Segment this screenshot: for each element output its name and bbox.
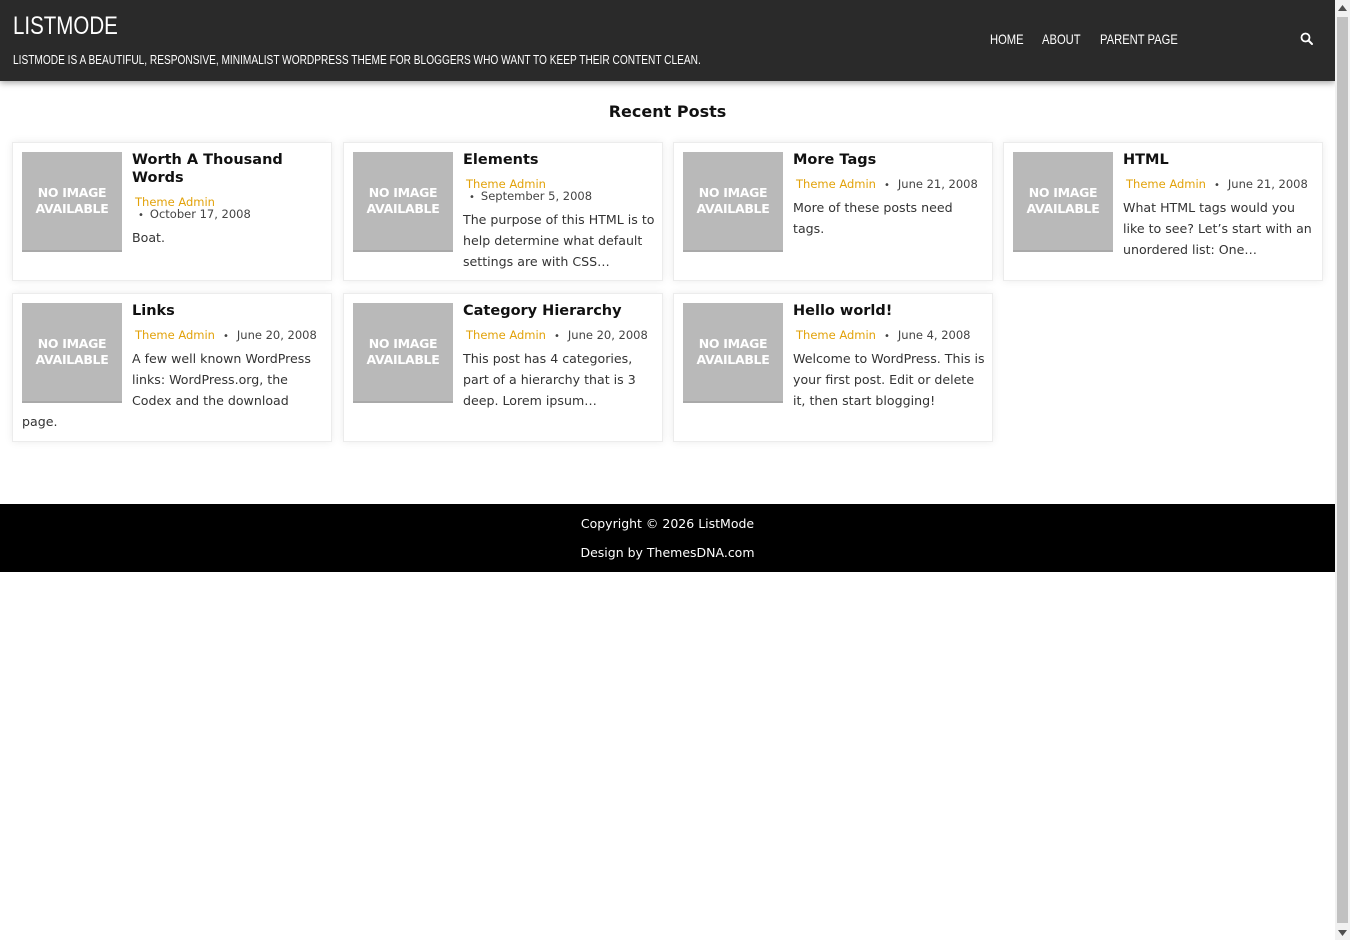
post-date: June 21, 2008	[897, 177, 978, 191]
no-image-text: AVAILABLE	[696, 352, 770, 367]
site-description: LISTMODE IS A BEAUTIFUL, RESPONSIVE, MIN…	[13, 52, 701, 67]
arrow-down-icon	[1338, 929, 1347, 936]
copyright-text: Copyright © 2026	[580, 516, 699, 531]
post-excerpt: Boat.	[132, 230, 166, 245]
post-meta: Theme Admin • June 21, 2008	[793, 177, 978, 193]
no-image-text: NO IMAGE	[368, 185, 438, 200]
post-card: NO IMAGE AVAILABLE Hello world! Theme Ad…	[673, 293, 993, 442]
post-excerpt: This post has 4 categories, part of a hi…	[463, 351, 636, 408]
arrow-up-icon	[1338, 4, 1347, 11]
post-card: NO IMAGE AVAILABLE Links Theme Admin • Jun…	[12, 293, 332, 442]
post-meta-date: • October 17, 2008	[132, 207, 251, 223]
post-title[interactable]: More Tags	[793, 151, 983, 169]
no-image-text: AVAILABLE	[696, 201, 770, 216]
no-image-text: AVAILABLE	[35, 352, 109, 367]
no-image-text: NO IMAGE	[37, 336, 107, 351]
meta-separator: •	[1213, 180, 1220, 191]
post-meta: Theme Admin • June 21, 2008	[1123, 177, 1308, 193]
post-author[interactable]: Theme Admin	[793, 177, 876, 191]
post-thumbnail[interactable]: NO IMAGE AVAILABLE	[683, 303, 783, 403]
post-thumbnail[interactable]: NO IMAGE AVAILABLE	[1013, 152, 1113, 252]
post-excerpt-continued: page.	[22, 414, 58, 429]
post-card: NO IMAGE AVAILABLE Category Hierarchy Th…	[343, 293, 663, 442]
no-image-text: NO IMAGE	[37, 185, 107, 200]
meta-separator: •	[138, 210, 144, 221]
post-excerpt: A few well known WordPress links: WordPr…	[132, 351, 311, 408]
meta-separator: •	[222, 331, 229, 342]
search-icon	[1300, 32, 1313, 45]
nav-item-about[interactable]: ABOUT	[1042, 31, 1081, 47]
meta-separator: •	[469, 192, 475, 203]
section-title: Recent Posts	[608, 102, 727, 121]
nav-item-parent-page[interactable]: PARENT PAGE	[1100, 31, 1178, 47]
post-author[interactable]: Theme Admin	[1123, 177, 1206, 191]
no-image-text: NO IMAGE	[698, 336, 768, 351]
no-image-text: AVAILABLE	[1026, 201, 1100, 216]
site-title[interactable]: LISTMODE	[13, 12, 118, 41]
post-date: June 20, 2008	[567, 328, 648, 342]
no-image-text: NO IMAGE	[698, 185, 768, 200]
post-title[interactable]: Category Hierarchy	[463, 302, 653, 320]
post-title[interactable]: Hello world!	[793, 302, 983, 320]
post-thumbnail[interactable]: NO IMAGE AVAILABLE	[22, 152, 122, 252]
post-meta: Theme Admin • June 4, 2008	[793, 328, 970, 344]
post-title[interactable]: Worth A Thousand Words	[132, 151, 322, 187]
copyright-line: Copyright © 2026 ListMode	[0, 516, 1335, 531]
post-card: NO IMAGE AVAILABLE HTML Theme Admin • June…	[1003, 142, 1323, 281]
nav-item-home[interactable]: HOME	[990, 31, 1024, 47]
scroll-thumb[interactable]	[1337, 17, 1348, 923]
no-image-text: NO IMAGE	[1028, 185, 1098, 200]
page: LISTMODE LISTMODE IS A BEAUTIFUL, RESPON…	[0, 0, 1335, 940]
post-author[interactable]: Theme Admin	[463, 328, 546, 342]
post-author[interactable]: Theme Admin	[132, 328, 215, 342]
post-author[interactable]: Theme Admin	[793, 328, 876, 342]
post-title[interactable]: HTML	[1123, 151, 1313, 169]
post-title[interactable]: Links	[132, 302, 322, 320]
post-excerpt: What HTML tags would you like to see? Le…	[1123, 200, 1312, 257]
post-date: June 20, 2008	[236, 328, 317, 342]
vertical-scrollbar[interactable]	[1335, 0, 1350, 940]
no-image-text: AVAILABLE	[366, 352, 440, 367]
post-excerpt: More of these posts need tags.	[793, 200, 953, 236]
post-meta: Theme Admin • June 20, 2008	[132, 328, 317, 344]
design-credit-link[interactable]: ThemesDNA.com	[647, 545, 755, 560]
post-thumbnail[interactable]: NO IMAGE AVAILABLE	[683, 152, 783, 252]
post-card: NO IMAGE AVAILABLE More Tags Theme Admin…	[673, 142, 993, 281]
site-header: LISTMODE LISTMODE IS A BEAUTIFUL, RESPON…	[0, 0, 1335, 81]
meta-separator: •	[883, 180, 890, 191]
no-image-text: NO IMAGE	[368, 336, 438, 351]
post-meta: Theme Admin • June 20, 2008	[463, 328, 648, 344]
scroll-down-button[interactable]	[1335, 925, 1350, 940]
post-card: NO IMAGE AVAILABLE Worth A Thousand Word…	[12, 142, 332, 281]
meta-separator: •	[883, 331, 890, 342]
design-credit-line: Design by ThemesDNA.com	[0, 545, 1335, 560]
post-thumbnail[interactable]: NO IMAGE AVAILABLE	[353, 303, 453, 403]
site-footer: Copyright © 2026 ListMode Design by Them…	[0, 504, 1335, 572]
scroll-up-button[interactable]	[1335, 0, 1350, 15]
post-date: September 5, 2008	[480, 189, 593, 203]
post-excerpt: Welcome to WordPress. This is your first…	[793, 351, 985, 408]
search-button[interactable]	[1298, 30, 1316, 48]
post-date: October 17, 2008	[149, 207, 251, 221]
meta-separator: •	[553, 331, 560, 342]
no-image-text: AVAILABLE	[35, 201, 109, 216]
design-credit-text: Design by	[580, 545, 647, 560]
post-date: June 4, 2008	[897, 328, 971, 342]
no-image-text: AVAILABLE	[366, 201, 440, 216]
post-thumbnail[interactable]: NO IMAGE AVAILABLE	[353, 152, 453, 252]
post-meta-date: • September 5, 2008	[463, 189, 592, 205]
post-thumbnail[interactable]: NO IMAGE AVAILABLE	[22, 303, 122, 403]
post-date: June 21, 2008	[1227, 177, 1308, 191]
post-card: NO IMAGE AVAILABLE Elements Theme Admin …	[343, 142, 663, 281]
post-title[interactable]: Elements	[463, 151, 653, 169]
footer-site-link[interactable]: ListMode	[698, 516, 754, 531]
post-excerpt: The purpose of this HTML is to help dete…	[463, 212, 655, 269]
